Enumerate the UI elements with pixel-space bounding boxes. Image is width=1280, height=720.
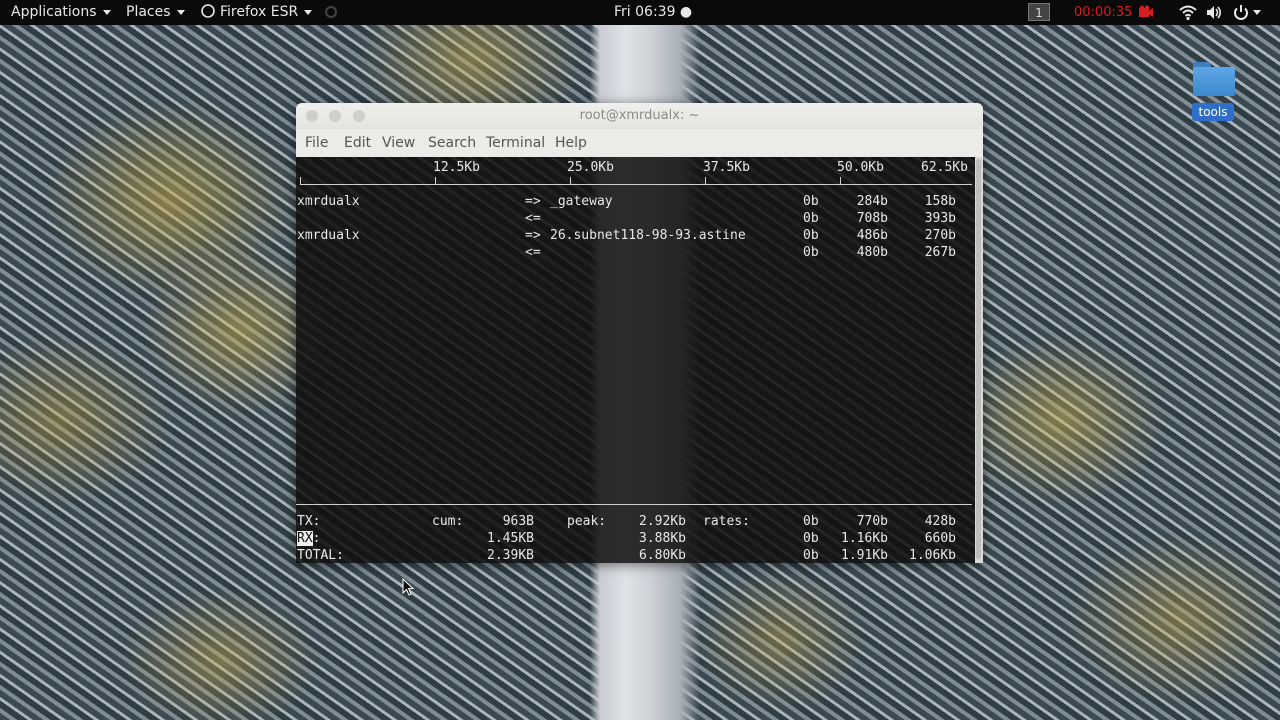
terminal-window[interactable]: root@xmrdualx: ~ File Edit View Search T… [296,103,983,563]
conn-rate-40s: 267b [924,245,956,260]
terminal-area[interactable]: 12.5Kb 25.0Kb 37.5Kb 50.0Kb 62.5Kb xmrdu… [296,157,975,563]
chevron-down-icon [176,9,185,15]
firefox-icon [201,4,215,18]
menu-terminal[interactable]: Terminal [486,129,545,157]
conn-rate-40s: 270b [924,228,956,243]
app-menu[interactable]: Firefox ESR [201,0,337,25]
scale-label: 50.0Kb [837,160,884,175]
totals-rate-2s: 0b [803,514,819,529]
screen-recorder-icon[interactable] [1138,5,1154,19]
totals-cum: 1.45KB [487,531,534,546]
volume-icon[interactable] [1205,4,1223,21]
conn-direction: => [525,228,541,243]
menu-view[interactable]: View [382,129,415,157]
conn-rate-10s: 708b [856,211,888,226]
terminal-cursor: RX [297,531,313,546]
terminal-scrollbar[interactable] [975,157,983,563]
totals-label: RX: [297,531,321,546]
totals-peak: 2.92Kb [639,514,686,529]
totals-rate-10s: 1.91Kb [841,548,888,563]
top-panel: Applications Places Firefox ESR Fri 06:3… [0,0,1280,25]
workspace-indicator[interactable]: 1 [1028,3,1050,21]
totals-label: TOTAL: [297,548,344,563]
conn-rate-2s: 0b [803,245,819,260]
scale-axis [300,184,972,185]
menu-search[interactable]: Search [428,129,476,157]
scale-tick [570,177,571,185]
applications-label: Applications [11,4,97,20]
power-icon[interactable] [1232,4,1250,21]
totals-label: TX: [297,514,321,529]
totals-rate-2s: 0b [803,531,819,546]
chevron-down-icon [304,9,313,15]
totals-rate-40s: 660b [924,531,956,546]
folder-icon [1193,62,1235,96]
rates-label: rates: [703,514,750,529]
totals-rate-40s: 1.06Kb [909,548,956,563]
menu-edit[interactable]: Edit [344,129,371,157]
conn-rate-2s: 0b [803,211,819,226]
totals-rate-2s: 0b [803,548,819,563]
conn-host: xmrdualx [297,228,360,243]
mouse-pointer-icon [402,578,414,596]
desktop-folder-label: tools [1192,103,1234,121]
chevron-down-icon [102,9,111,15]
conn-peer: _gateway [550,194,613,209]
totals-peak: 3.88Kb [639,531,686,546]
scale-label: 25.0Kb [567,160,614,175]
places-label: Places [126,4,171,20]
conn-rate-40s: 158b [924,194,956,209]
scale-label: 12.5Kb [433,160,480,175]
desktop-folder-tools[interactable]: tools [1192,62,1240,121]
scale-tick [840,177,841,185]
menu-help[interactable]: Help [555,129,587,157]
clock-label: Fri 06:39 ● [614,4,693,20]
places-menu[interactable]: Places [126,0,185,25]
wifi-icon[interactable] [1179,4,1197,21]
chevron-down-icon[interactable] [1253,10,1261,15]
app-name: Firefox ESR [220,4,299,20]
scrollbar-thumb[interactable] [976,159,981,559]
conn-rate-10s: 284b [856,194,888,209]
conn-peer: 26.subnet118-98-93.astine [550,228,746,243]
conn-rate-2s: 0b [803,194,819,209]
totals-cum: 963B [502,514,534,529]
scale-tick [300,177,301,185]
scale-label: 37.5Kb [703,160,750,175]
conn-direction: <= [525,211,541,226]
menubar: File Edit View Search Terminal Help [296,129,983,157]
totals-cum: 2.39KB [487,548,534,563]
recorder-timer[interactable]: 00:00:35 [1074,0,1132,25]
loading-spinner-icon [324,6,337,18]
scale-tick [435,177,436,185]
scale-tick [705,177,706,185]
cum-label: cum: [432,514,464,529]
totals-separator [296,504,972,505]
window-title: root@xmrdualx: ~ [579,108,700,123]
conn-rate-40s: 393b [924,211,956,226]
conn-host: xmrdualx [297,194,360,209]
conn-rate-10s: 480b [856,245,888,260]
totals-rate-10s: 1.16Kb [841,531,888,546]
menu-file[interactable]: File [305,129,328,157]
totals-rate-40s: 428b [924,514,956,529]
totals-rate-10s: 770b [856,514,888,529]
conn-rate-2s: 0b [803,228,819,243]
totals-peak: 6.80Kb [639,548,686,563]
window-titlebar[interactable]: root@xmrdualx: ~ [296,103,983,129]
peak-label: peak: [567,514,607,529]
scale-label: 62.5Kb [921,160,968,175]
clock[interactable]: Fri 06:39 ● [614,0,692,25]
conn-direction: <= [525,245,541,260]
applications-menu[interactable]: Applications [11,0,111,25]
conn-direction: => [525,194,541,209]
conn-rate-10s: 486b [856,228,888,243]
